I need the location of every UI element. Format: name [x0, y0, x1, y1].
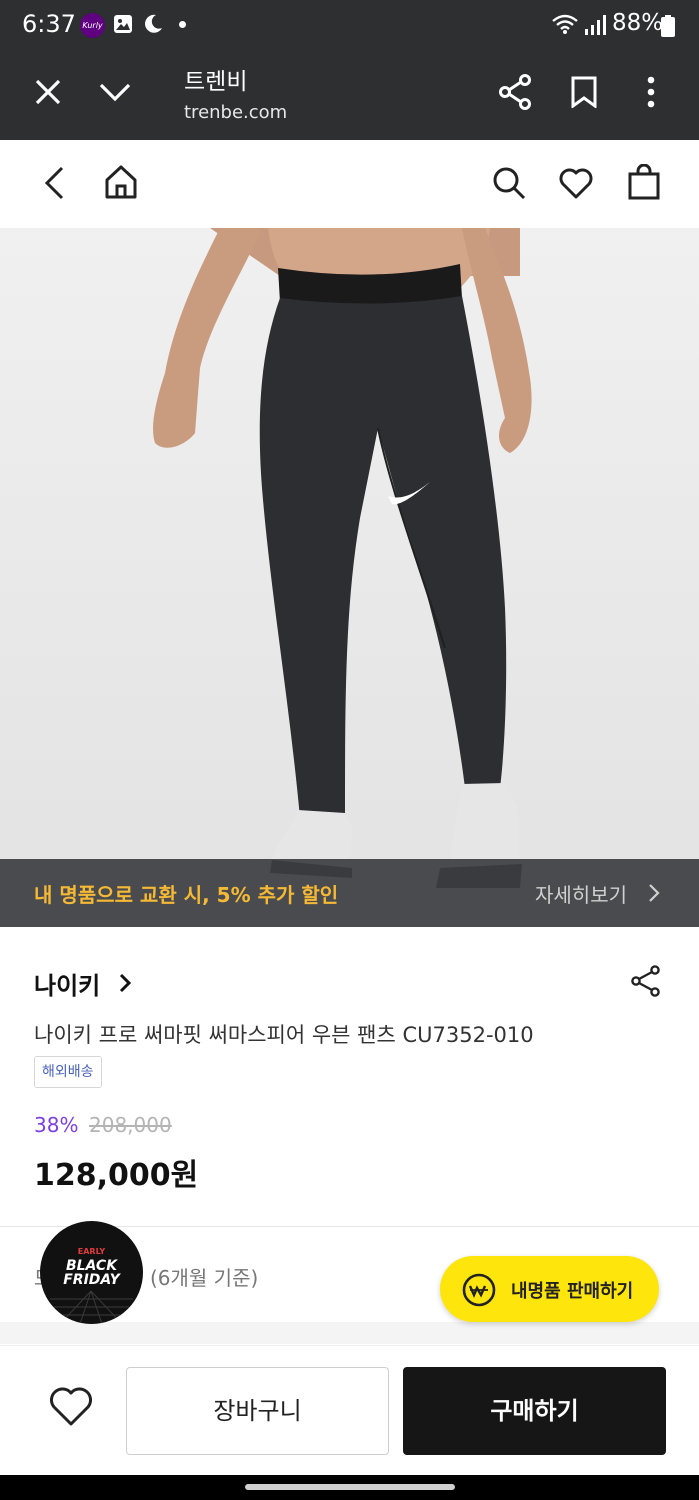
promo-text: 내 명품으로 교환 시, 5% 추가 할인 — [34, 883, 339, 907]
promo-banner[interactable]: 내 명품으로 교환 시, 5% 추가 할인 자세히보기 — [0, 859, 699, 927]
status-bar: 6:37 Kurly 88% — [0, 0, 699, 52]
gallery-icon — [114, 15, 132, 33]
search-icon[interactable] — [492, 166, 526, 200]
app-header — [0, 140, 699, 228]
signal-icon — [585, 15, 606, 35]
share-icon[interactable] — [498, 74, 532, 110]
brand-link[interactable]: 나이키 — [34, 966, 100, 1001]
back-icon[interactable] — [42, 166, 66, 200]
buy-now-button[interactable]: 구매하기 — [403, 1367, 666, 1455]
bottom-action-bar: 장바구니 구매하기 — [0, 1345, 699, 1475]
battery-icon — [661, 15, 675, 37]
bookmark-icon[interactable] — [570, 76, 598, 108]
shopping-bag-icon[interactable] — [627, 164, 661, 200]
product-photo — [0, 228, 699, 927]
badge-friday: FRIDAY — [63, 1272, 120, 1288]
sell-my-item-button[interactable]: 내명품 판매하기 — [440, 1256, 659, 1322]
chevron-right-icon[interactable] — [118, 972, 132, 994]
browser-bar: 트렌비 trenbe.com — [0, 52, 699, 140]
black-friday-badge[interactable]: EARLY BLACK FRIDAY — [40, 1221, 143, 1324]
discount-rate: 38% — [34, 1113, 79, 1137]
product-image[interactable] — [0, 228, 699, 927]
more-vert-icon[interactable] — [644, 76, 658, 108]
history-period: (6개월 기준) — [150, 1266, 259, 1290]
promo-detail-link[interactable]: 자세히보기 — [535, 879, 627, 908]
sale-price: 128,000원 — [34, 1158, 199, 1193]
heart-icon[interactable] — [558, 168, 594, 200]
site-title: 트렌비 — [184, 69, 248, 95]
product-name: 나이키 프로 써마핏 써마스피어 우븐 팬츠 CU7352-010 — [34, 1023, 534, 1047]
chevron-down-icon[interactable] — [99, 82, 131, 102]
wishlist-heart-icon[interactable] — [48, 1386, 94, 1428]
battery-percent: 88% — [612, 10, 664, 36]
wifi-icon — [552, 14, 578, 34]
status-time: 6:37 — [22, 10, 76, 38]
sell-button-label: 내명품 판매하기 — [511, 1281, 634, 1302]
trenbe-w-icon — [462, 1273, 496, 1307]
system-nav-bar — [0, 1475, 699, 1500]
chevron-right-icon — [649, 884, 660, 902]
moon-icon — [145, 14, 162, 33]
badge-early: EARLY — [77, 1247, 106, 1256]
section-divider — [0, 1322, 699, 1344]
site-url[interactable]: trenbe.com — [184, 102, 287, 123]
kurly-app-icon: Kurly — [80, 13, 105, 38]
dot-icon — [179, 21, 186, 28]
share-icon[interactable] — [630, 965, 662, 997]
home-icon[interactable] — [103, 164, 139, 200]
close-icon[interactable] — [34, 78, 62, 106]
add-to-cart-button[interactable]: 장바구니 — [126, 1367, 389, 1455]
original-price: 208,000 — [89, 1113, 172, 1137]
home-gesture-pill[interactable] — [245, 1484, 455, 1490]
shipping-tag: 해외배송 — [34, 1056, 102, 1088]
